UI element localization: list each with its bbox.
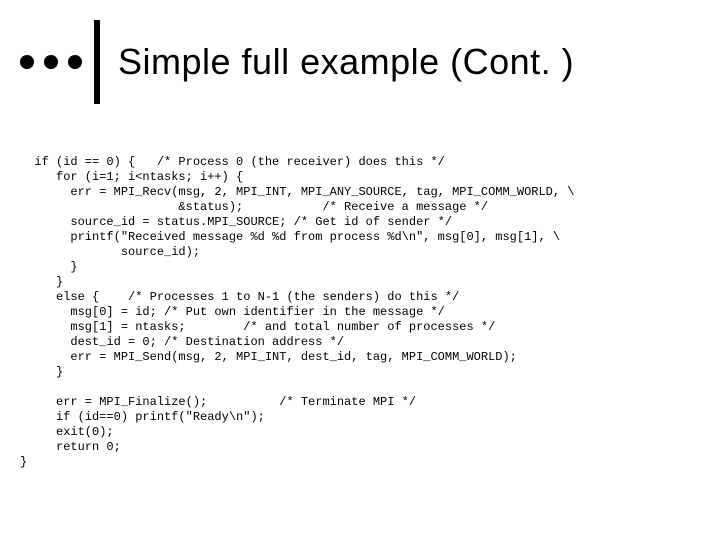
dot-icon	[44, 55, 58, 69]
decorative-dots	[20, 55, 82, 69]
slide: Simple full example (Cont. ) if (id == 0…	[0, 0, 720, 540]
code-block: if (id == 0) { /* Process 0 (the receive…	[20, 155, 700, 470]
title-divider	[94, 20, 100, 104]
slide-title: Simple full example (Cont. )	[118, 41, 574, 83]
dot-icon	[68, 55, 82, 69]
dot-icon	[20, 55, 34, 69]
title-row: Simple full example (Cont. )	[20, 20, 700, 104]
